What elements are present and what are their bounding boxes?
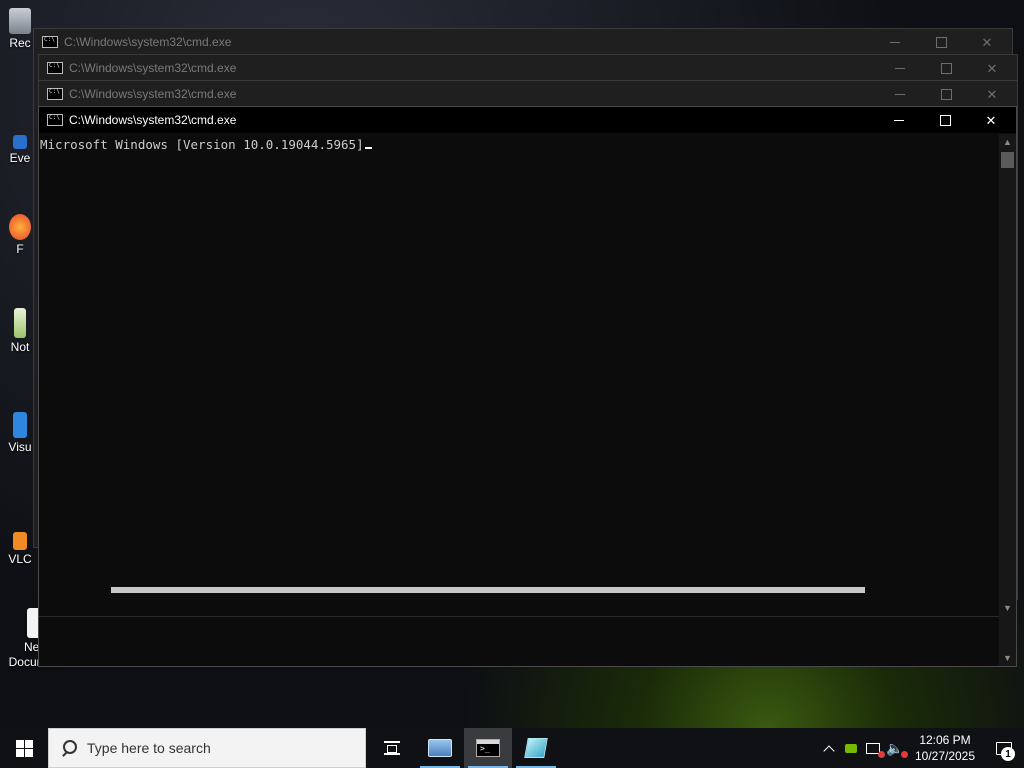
vertical-scrollbar[interactable]: ▲ ▼ <box>999 134 1016 616</box>
cmd-icon <box>47 114 63 126</box>
recycle-bin-icon <box>9 8 31 34</box>
chevron-up-icon <box>825 742 833 755</box>
cmd-icon <box>47 88 63 100</box>
minimize-button[interactable] <box>872 29 918 55</box>
close-button[interactable] <box>968 107 1014 133</box>
shortcut-icon <box>13 135 27 149</box>
notification-count-badge: 1 <box>1001 747 1015 761</box>
minimize-button[interactable] <box>876 107 922 133</box>
title-bar[interactable]: C:\Windows\system32\cmd.exe <box>39 81 1017 107</box>
taskbar-app-command-prompt[interactable] <box>464 728 512 768</box>
windows-logo-icon <box>15 739 33 757</box>
vlc-icon <box>13 532 27 550</box>
title-bar[interactable]: C:\Windows\system32\cmd.exe <box>39 55 1017 81</box>
console-text: Microsoft Windows [Version 10.0.19044.59… <box>40 137 364 152</box>
horizontal-scrollbar[interactable] <box>111 587 865 593</box>
search-box[interactable]: Type here to search <box>48 728 366 768</box>
title-bar[interactable]: C:\Windows\system32\cmd.exe <box>34 29 1012 55</box>
nvidia-tray-button[interactable] <box>840 728 862 768</box>
task-view-button[interactable] <box>368 728 416 768</box>
scrollbar-thumb[interactable] <box>1001 152 1014 168</box>
clock-button[interactable]: 12:06 PM 10/27/2025 <box>906 732 984 764</box>
minimize-button[interactable] <box>877 55 923 81</box>
remote-desktop-icon <box>428 739 452 757</box>
scroll-down-arrow-icon[interactable]: ▼ <box>999 600 1016 616</box>
nvidia-icon <box>845 743 857 753</box>
maximize-button[interactable] <box>923 55 969 81</box>
taskbar: Type here to search 🔈 12:06 PM 10/27/202… <box>0 728 1024 768</box>
action-center-button[interactable]: 1 <box>984 728 1024 768</box>
window-title: C:\Windows\system32\cmd.exe <box>64 35 232 49</box>
scroll-down-arrow-icon[interactable]: ▼ <box>999 650 1016 666</box>
close-button[interactable] <box>969 81 1015 107</box>
show-hidden-icons-button[interactable] <box>818 728 840 768</box>
network-tray-button[interactable] <box>862 728 885 768</box>
window-title: C:\Windows\system32\cmd.exe <box>69 113 237 127</box>
title-bar[interactable]: C:\Windows\system32\cmd.exe <box>39 107 1016 133</box>
scroll-up-arrow-icon[interactable]: ▲ <box>999 134 1016 150</box>
visual-studio-icon <box>13 412 27 438</box>
lower-scrollbar[interactable]: ▼ <box>999 616 1016 666</box>
desktop-icon-label: VLC <box>8 552 32 566</box>
close-button[interactable] <box>964 29 1010 55</box>
clock-date: 10/27/2025 <box>914 749 976 763</box>
maximize-button[interactable] <box>918 29 964 55</box>
task-view-icon <box>384 741 400 755</box>
close-button[interactable] <box>969 55 1015 81</box>
window-title: C:\Windows\system32\cmd.exe <box>69 87 237 101</box>
cmd-icon <box>47 62 63 74</box>
firefox-icon <box>9 214 31 240</box>
console-output[interactable]: Microsoft Windows [Version 10.0.19044.59… <box>39 134 999 616</box>
maximize-button[interactable] <box>922 107 968 133</box>
window-title: C:\Windows\system32\cmd.exe <box>69 61 237 75</box>
maximize-button[interactable] <box>923 81 969 107</box>
cmd-icon <box>42 36 58 48</box>
minimize-button[interactable] <box>877 81 923 107</box>
volume-tray-button[interactable]: 🔈 <box>884 728 909 768</box>
volume-muted-icon: 🔈 <box>886 739 909 758</box>
notepad-icon <box>14 308 26 338</box>
taskbar-app-notepad[interactable] <box>512 728 560 768</box>
console-lower-area <box>39 616 999 666</box>
cmd-window-active[interactable]: C:\Windows\system32\cmd.exe Microsoft Wi… <box>38 106 1017 667</box>
start-button[interactable] <box>0 728 48 768</box>
command-prompt-icon <box>476 739 500 757</box>
search-placeholder: Type here to search <box>87 740 211 756</box>
taskbar-app-remote-desktop[interactable] <box>416 728 464 768</box>
system-tray: 🔈 12:06 PM 10/27/2025 1 <box>818 728 1024 768</box>
network-disconnected-icon <box>866 742 885 758</box>
text-cursor <box>364 147 372 149</box>
notepad-icon <box>524 738 548 758</box>
clock-time: 12:06 PM <box>919 733 971 747</box>
search-icon <box>61 740 77 756</box>
